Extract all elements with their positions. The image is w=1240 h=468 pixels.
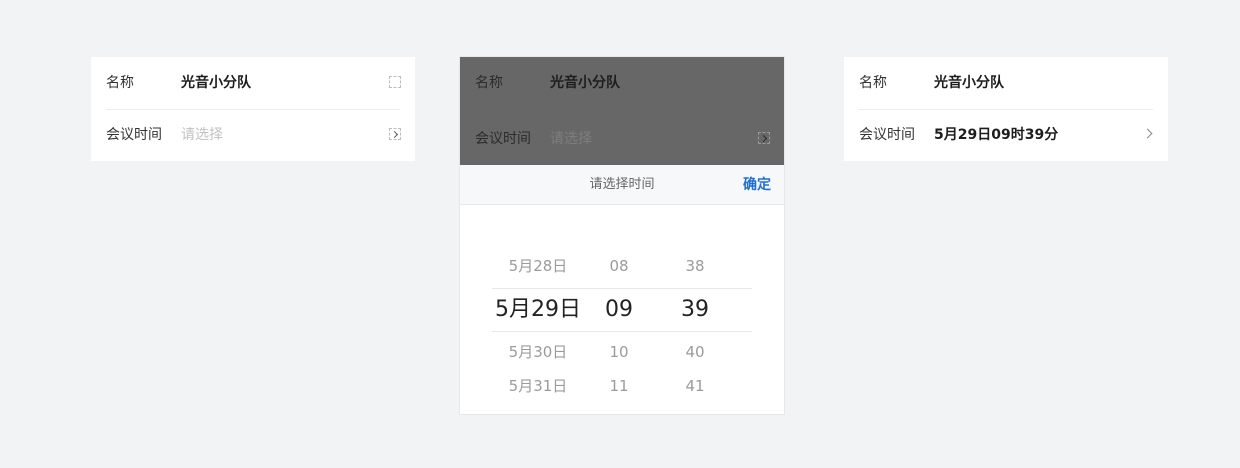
chevron-right-icon[interactable]	[389, 128, 401, 140]
time-row[interactable]: 会议时间 请选择	[460, 113, 784, 165]
placeholder-icon	[389, 76, 401, 88]
form-card-empty: 名称 光音小分队 会议时间 请选择	[91, 57, 415, 161]
minute-option-selected[interactable]: 39	[665, 297, 725, 323]
time-row[interactable]: 会议时间 5月29日09时39分	[844, 109, 1168, 161]
time-placeholder[interactable]: 请选择	[181, 127, 223, 143]
chevron-right-icon[interactable]	[758, 132, 770, 144]
form-card-filled: 名称 光音小分队 会议时间 5月29日09时39分	[844, 57, 1168, 161]
name-label: 名称	[859, 75, 887, 91]
minute-option[interactable]: 38	[665, 257, 725, 275]
name-value: 光音小分队	[181, 75, 251, 91]
hour-option[interactable]: 08	[589, 257, 649, 275]
hour-option[interactable]: 10	[589, 343, 649, 361]
hour-option[interactable]: 11	[589, 377, 649, 395]
confirm-button[interactable]: 确定	[743, 176, 771, 194]
chevron-right-icon[interactable]	[1142, 128, 1153, 139]
day-option-selected[interactable]: 5月29日	[488, 297, 588, 323]
picker-header: 请选择时间 确定	[460, 165, 784, 205]
name-value: 光音小分队	[934, 75, 1004, 91]
name-label: 名称	[475, 75, 503, 91]
time-label: 会议时间	[859, 127, 915, 143]
day-option[interactable]: 5月31日	[488, 377, 588, 395]
name-label: 名称	[106, 75, 134, 91]
day-option[interactable]: 5月30日	[488, 343, 588, 361]
name-value: 光音小分队	[550, 75, 620, 91]
day-option[interactable]: 5月28日	[488, 257, 588, 275]
selection-line-bottom	[492, 331, 752, 332]
time-label: 会议时间	[475, 131, 531, 147]
name-row: 名称 光音小分队	[844, 57, 1168, 109]
dimmed-form: 名称 光音小分队 会议时间 请选择	[460, 57, 784, 165]
time-label: 会议时间	[106, 127, 162, 143]
time-placeholder[interactable]: 请选择	[550, 131, 592, 147]
time-picker-panel: 名称 光音小分队 会议时间 请选择 请选择时间 确定 5月28日 5月29日 5…	[460, 57, 784, 414]
hour-option-selected[interactable]: 09	[589, 297, 649, 323]
time-value[interactable]: 5月29日09时39分	[934, 127, 1058, 143]
time-row[interactable]: 会议时间 请选择	[91, 109, 415, 161]
picker-title: 请选择时间	[589, 177, 655, 192]
name-row: 名称 光音小分队	[460, 57, 784, 109]
name-row: 名称 光音小分队	[91, 57, 415, 109]
minute-option[interactable]: 40	[665, 343, 725, 361]
minute-option[interactable]: 41	[665, 377, 725, 395]
selection-line-top	[492, 288, 752, 289]
